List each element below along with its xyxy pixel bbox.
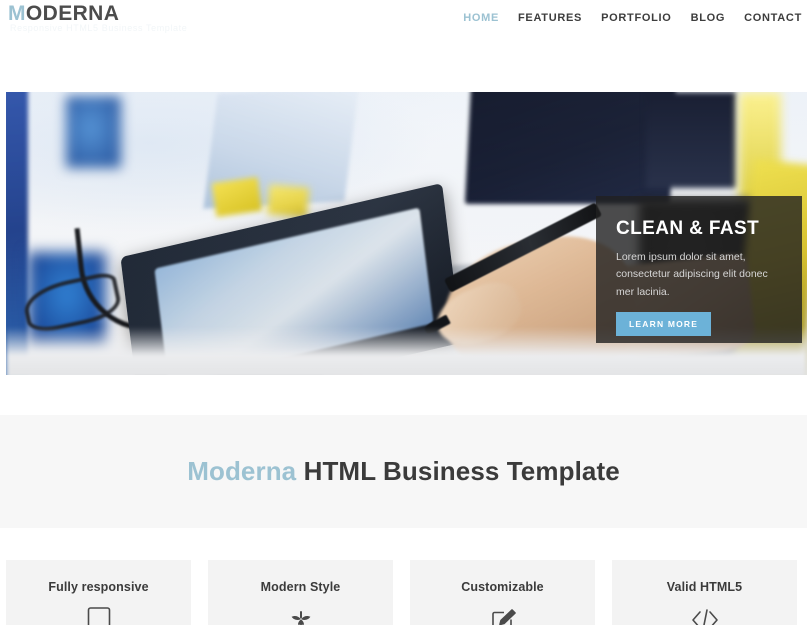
logo-rest-text: ODERNA: [25, 2, 120, 25]
feature-title: Modern Style: [260, 580, 341, 594]
intro-title-rest: HTML Business Template: [303, 456, 620, 486]
leaf-icon: [284, 605, 318, 625]
feature-card-valid-html5[interactable]: Valid HTML5: [612, 560, 797, 625]
nav-item-features[interactable]: FEATURES: [518, 12, 582, 24]
nav-item-home[interactable]: HOME: [463, 12, 499, 24]
feature-card-fully-responsive[interactable]: Fully responsive: [6, 560, 191, 625]
hero-banner[interactable]: CLEAN & FAST Lorem ipsum dolor sit amet,…: [6, 92, 807, 375]
hero-caption-box: CLEAN & FAST Lorem ipsum dolor sit amet,…: [596, 196, 802, 343]
code-brackets-icon: [688, 605, 722, 625]
features-section: Fully responsive Modern Style Customizab…: [6, 560, 802, 625]
site-header: MODERNA Responsive HTML5 Business Templa…: [0, 0, 807, 60]
feature-title: Valid HTML5: [666, 580, 743, 594]
nav-item-blog[interactable]: BLOG: [691, 12, 726, 24]
page-root: MODERNA Responsive HTML5 Business Templa…: [0, 0, 807, 625]
feature-title: Fully responsive: [48, 580, 149, 594]
intro-section: Moderna HTML Business Template: [0, 415, 807, 528]
learn-more-button[interactable]: LEARN MORE: [616, 311, 712, 336]
tablet-icon: [82, 605, 116, 625]
hero-caption-text: Lorem ipsum dolor sit amet, consectetur …: [616, 251, 768, 298]
feature-card-customizable[interactable]: Customizable: [410, 560, 595, 625]
main-navigation: HOME FEATURES PORTFOLIO BLOG CONTACT: [463, 12, 802, 24]
hero-caption-title: CLEAN & FAST: [616, 218, 760, 239]
logo-accent-letter: M: [8, 2, 26, 25]
intro-title-accent: Moderna: [187, 456, 297, 486]
nav-item-contact[interactable]: CONTACT: [744, 12, 802, 24]
nav-item-portfolio[interactable]: PORTFOLIO: [601, 12, 671, 24]
feature-title: Customizable: [461, 580, 544, 594]
intro-title: Moderna HTML Business Template: [187, 456, 620, 487]
site-tagline: Responsive HTML5 Business Template: [10, 23, 188, 33]
pencil-edit-icon: [486, 605, 520, 625]
feature-card-modern-style[interactable]: Modern Style: [208, 560, 393, 625]
